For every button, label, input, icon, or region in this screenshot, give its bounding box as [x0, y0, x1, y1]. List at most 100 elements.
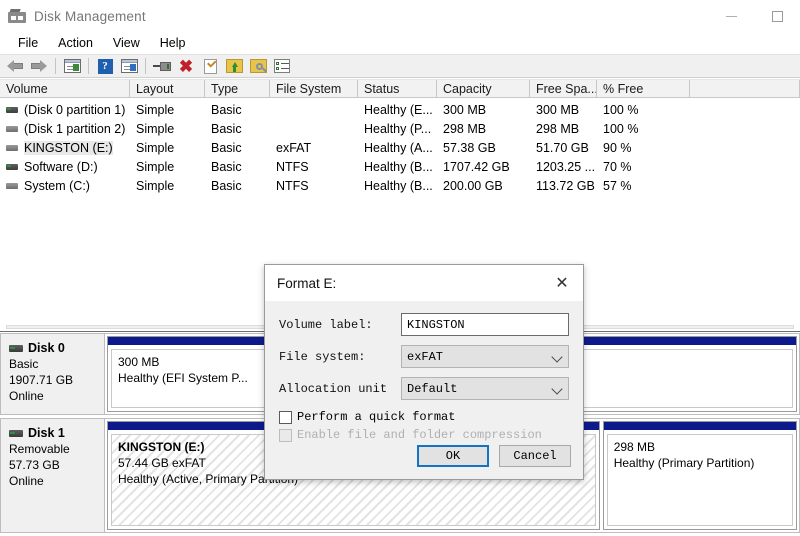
table-row[interactable]: System (C:)SimpleBasicNTFSHealthy (B...2…	[0, 176, 800, 195]
column-header-file-system[interactable]: File System	[270, 80, 358, 97]
cell-volume: KINGSTON (E:)	[0, 141, 130, 155]
cell-capacity: 57.38 GB	[437, 141, 530, 155]
cell-layout: Simple	[130, 160, 205, 174]
column-header-volume[interactable]: Volume	[0, 80, 130, 97]
properties-icon[interactable]	[199, 56, 221, 76]
column-header-capacity[interactable]: Capacity	[437, 80, 530, 97]
cell-status: Healthy (P...	[358, 122, 437, 136]
disk-title: Disk 1	[9, 425, 104, 441]
help-icon[interactable]: ?	[94, 56, 116, 76]
cell-volume: System (C:)	[0, 179, 130, 193]
extend-volume-icon[interactable]	[223, 56, 245, 76]
volume-icon	[6, 183, 18, 189]
column-header-layout[interactable]: Layout	[130, 80, 205, 97]
volume-name: (Disk 1 partition 2)	[24, 122, 125, 136]
file-system-row: File system: exFAT	[279, 345, 569, 368]
column-header-free[interactable]: % Free	[597, 80, 690, 97]
cell-layout: Simple	[130, 103, 205, 117]
disk-state: Online	[9, 473, 104, 489]
show-action-pane-icon[interactable]	[118, 56, 140, 76]
volume-list-header: VolumeLayoutTypeFile SystemStatusCapacit…	[0, 79, 800, 98]
list-view-icon[interactable]	[271, 56, 293, 76]
menu-item-view[interactable]: View	[103, 34, 150, 52]
compression-label: Enable file and folder compression	[297, 428, 542, 442]
compression-checkbox	[279, 429, 292, 442]
menu-item-action[interactable]: Action	[48, 34, 103, 52]
partition-status: Healthy (Primary Partition)	[614, 455, 786, 471]
table-row[interactable]: (Disk 0 partition 1)SimpleBasicHealthy (…	[0, 100, 800, 119]
table-row[interactable]: KINGSTON (E:)SimpleBasicexFATHealthy (A.…	[0, 138, 800, 157]
chevron-down-icon	[551, 351, 562, 362]
menu-item-file[interactable]: File	[8, 34, 48, 52]
cell-status: Healthy (B...	[358, 160, 437, 174]
delete-icon[interactable]: ✖	[175, 56, 197, 76]
cell-status: Healthy (E...	[358, 103, 437, 117]
dialog-titlebar: Format E: ✕	[265, 265, 583, 301]
maximize-button[interactable]	[754, 0, 800, 32]
chevron-down-icon	[551, 383, 562, 394]
partition-block[interactable]: 298 MBHealthy (Primary Partition)	[603, 421, 797, 530]
cell-type: Basic	[205, 160, 270, 174]
explore-icon[interactable]	[247, 56, 269, 76]
cell-layout: Simple	[130, 179, 205, 193]
cell-free-space: 51.70 GB	[530, 141, 597, 155]
allocation-unit-row: Allocation unit Default	[279, 377, 569, 400]
window-controls	[708, 0, 800, 32]
disk-title: Disk 0	[9, 340, 104, 356]
disk-size: 1907.71 GB	[9, 372, 104, 388]
cell-status: Healthy (B...	[358, 179, 437, 193]
toolbar-separator	[55, 58, 56, 74]
partition-size: 298 MB	[614, 439, 786, 455]
disk-management-icon	[8, 9, 26, 23]
rescan-disks-icon[interactable]	[151, 56, 173, 76]
quick-format-label: Perform a quick format	[297, 410, 455, 424]
disk-info-panel[interactable]: Disk 1Removable57.73 GBOnline	[0, 418, 104, 533]
cell-percent-free: 100 %	[597, 122, 690, 136]
file-system-select[interactable]: exFAT	[401, 345, 569, 368]
volume-name: (Disk 0 partition 1)	[24, 103, 125, 117]
column-header-type[interactable]: Type	[205, 80, 270, 97]
ok-button[interactable]: OK	[417, 445, 489, 467]
file-system-label: File system:	[279, 350, 401, 364]
cell-layout: Simple	[130, 141, 205, 155]
cell-free-space: 1203.25 ...	[530, 160, 597, 174]
format-dialog: Format E: ✕ Volume label: KINGSTON File …	[264, 264, 584, 480]
forward-icon[interactable]	[28, 56, 50, 76]
menu-item-help[interactable]: Help	[150, 34, 196, 52]
menu-bar: File Action View Help	[0, 32, 800, 54]
cancel-button[interactable]: Cancel	[499, 445, 571, 467]
minimize-button[interactable]	[708, 0, 754, 32]
table-row[interactable]: Software (D:)SimpleBasicNTFSHealthy (B..…	[0, 157, 800, 176]
disk-icon	[9, 345, 23, 352]
column-header-free-spa[interactable]: Free Spa...	[530, 80, 597, 97]
cell-percent-free: 70 %	[597, 160, 690, 174]
close-icon[interactable]: ✕	[541, 265, 583, 301]
toolbar: ? ✖	[0, 54, 800, 78]
volume-name: Software (D:)	[24, 160, 98, 174]
cell-percent-free: 100 %	[597, 103, 690, 117]
show-hide-console-tree-icon[interactable]	[61, 56, 83, 76]
disk-state: Online	[9, 388, 104, 404]
window-titlebar: Disk Management	[0, 0, 800, 32]
cell-capacity: 298 MB	[437, 122, 530, 136]
volume-label-input[interactable]: KINGSTON	[401, 313, 569, 336]
allocation-unit-select[interactable]: Default	[401, 377, 569, 400]
volume-icon	[6, 107, 18, 113]
table-row[interactable]: (Disk 1 partition 2)SimpleBasicHealthy (…	[0, 119, 800, 138]
disk-kind: Basic	[9, 356, 104, 372]
quick-format-row[interactable]: Perform a quick format	[279, 410, 569, 424]
disk-size: 57.73 GB	[9, 457, 104, 473]
back-icon[interactable]	[4, 56, 26, 76]
allocation-unit-label: Allocation unit	[279, 382, 401, 396]
quick-format-checkbox[interactable]	[279, 411, 292, 424]
cell-volume: Software (D:)	[0, 160, 130, 174]
column-header-blank[interactable]	[690, 80, 800, 97]
partition-details: 298 MBHealthy (Primary Partition)	[607, 434, 793, 526]
cell-free-space: 298 MB	[530, 122, 597, 136]
cell-free-space: 113.72 GB	[530, 179, 597, 193]
column-header-status[interactable]: Status	[358, 80, 437, 97]
dialog-title: Format E:	[277, 276, 336, 291]
volume-name: System (C:)	[24, 179, 90, 193]
disk-info-panel[interactable]: Disk 0Basic1907.71 GBOnline	[0, 333, 104, 415]
window-title: Disk Management	[34, 9, 146, 24]
